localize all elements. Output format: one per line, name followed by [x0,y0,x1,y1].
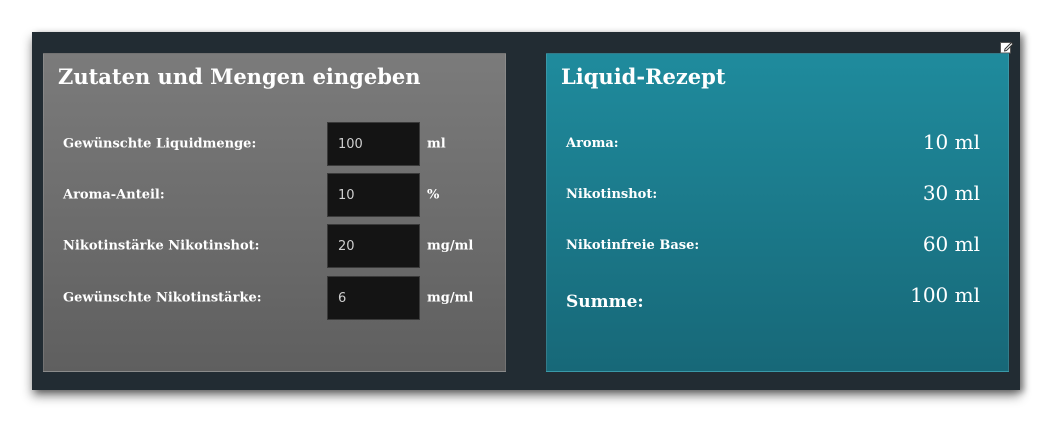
result-aroma-label: Aroma: [566,136,619,151]
target-nicotine-strength-input[interactable] [327,276,420,320]
liquid-amount-label: Gewünschte Liquidmenge: [63,136,257,152]
target-nicotine-strength-row: Gewünschte Nikotinstärke: mg/ml [44,276,505,320]
sum-value: 100 ml [910,283,980,307]
result-nicotine-shot-label: Nikotinshot: [566,187,658,202]
nicotine-shot-strength-input[interactable] [327,224,420,268]
target-nicotine-strength-unit: mg/ml [427,290,474,306]
result-nicotine-shot-value: 30 ml [922,181,980,205]
aroma-share-unit: % [427,187,440,203]
liquid-amount-input[interactable] [327,122,420,166]
liquid-amount-unit: ml [427,136,446,152]
liquid-amount-row: Gewünschte Liquidmenge: ml [44,122,505,166]
result-aroma-value: 10 ml [922,130,980,154]
result-panel: Liquid-Rezept Aroma: 10 ml Nikotinshot: … [546,53,1009,372]
input-panel: Zutaten und Mengen eingeben Gewünschte L… [43,53,506,372]
target-nicotine-strength-label: Gewünschte Nikotinstärke: [63,290,262,306]
result-panel-title: Liquid-Rezept [561,64,726,89]
input-panel-title: Zutaten und Mengen eingeben [58,64,421,89]
nicotine-shot-strength-unit: mg/ml [427,238,474,254]
edit-icon[interactable] [1000,39,1014,54]
nicotine-shot-strength-label: Nikotinstärke Nikotinshot: [63,238,260,254]
result-base-value: 60 ml [922,232,980,256]
sum-label: Summe: [566,292,644,312]
calculator-widget: Zutaten und Mengen eingeben Gewünschte L… [32,32,1020,390]
aroma-share-label: Aroma-Anteil: [63,187,165,203]
nicotine-shot-strength-row: Nikotinstärke Nikotinshot: mg/ml [44,224,505,268]
aroma-share-row: Aroma-Anteil: % [44,173,505,217]
result-base-label: Nikotinfreie Base: [566,238,700,253]
aroma-share-input[interactable] [327,173,420,217]
